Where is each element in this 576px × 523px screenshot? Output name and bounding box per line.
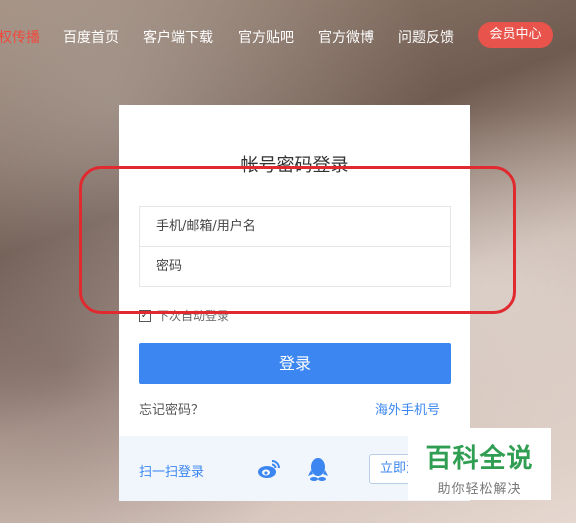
- login-button[interactable]: 登录: [139, 343, 451, 384]
- watermark-title: 百科全说: [425, 444, 534, 474]
- watermark-logo: 百科全说 助你轻松解决: [408, 428, 551, 500]
- vip-center-button[interactable]: 会员中心: [478, 22, 553, 48]
- top-navigation: 权传播 百度首页 客户端下载 官方贴吧 官方微博 问题反馈 会员中心: [0, 0, 576, 72]
- nav-item-official-weibo[interactable]: 官方微博: [318, 27, 374, 47]
- nav-item-client-download[interactable]: 客户端下载: [143, 27, 213, 47]
- overseas-phone-link[interactable]: 海外手机号: [375, 399, 440, 418]
- qq-icon[interactable]: [307, 456, 329, 482]
- highlight-annotation: [79, 166, 516, 314]
- forgot-password-link[interactable]: 忘记密码？: [139, 399, 204, 418]
- qr-login-link[interactable]: 扫一扫登录: [139, 461, 204, 480]
- weibo-icon[interactable]: [256, 456, 282, 482]
- nav-item-official-tieba[interactable]: 官方贴吧: [238, 27, 294, 47]
- nav-item-baidu-home[interactable]: 百度首页: [63, 27, 119, 47]
- nav-item-copyright[interactable]: 权传播: [0, 27, 40, 47]
- nav-item-feedback[interactable]: 问题反馈: [398, 27, 454, 47]
- watermark-subtitle: 助你轻松解决: [437, 482, 522, 497]
